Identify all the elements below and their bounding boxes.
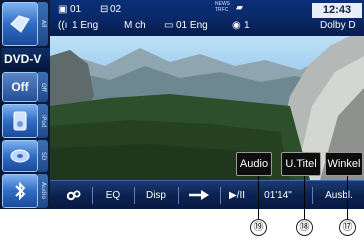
source-av-button[interactable]: All	[2, 2, 48, 46]
subtitle-button[interactable]: U.Titel	[281, 152, 321, 176]
title-number: 01	[70, 4, 82, 15]
chapter-icon: ⊟	[100, 4, 109, 15]
bluetooth-icon	[2, 174, 38, 208]
audio-track: 1 Eng	[72, 20, 99, 31]
gear-icon[interactable]	[64, 185, 84, 206]
callout-leader	[258, 176, 259, 219]
play-pause-button[interactable]: ▶/II	[224, 185, 250, 206]
eq-button[interactable]: EQ	[98, 185, 128, 206]
audio-button[interactable]: Audio	[236, 152, 272, 176]
disp-button[interactable]: Disp	[140, 185, 172, 206]
chapter-number: 02	[110, 4, 122, 15]
angle-icon: ◉	[232, 20, 241, 31]
angle-number: 1	[244, 20, 250, 31]
divider	[178, 187, 179, 204]
divider	[312, 187, 313, 204]
audio-format: Dolby D	[320, 20, 356, 31]
signal-icon: ▰	[236, 2, 243, 12]
callout-leader	[304, 176, 305, 219]
status-bar: ▣ 01 ⊟ 02 NEWS TRFC ▰ 12:43 ((ı 1 Eng M …	[50, 0, 364, 36]
source-ipod-button[interactable]: iPod	[2, 104, 48, 138]
elapsed-time: 01'14"	[264, 190, 292, 201]
channel-info: M ch	[124, 20, 146, 31]
angle-button[interactable]: Winkel	[325, 152, 363, 176]
off-label: Off	[2, 72, 38, 102]
control-bar: EQ Disp ▶/II 01'14" Ausbl.	[50, 180, 364, 209]
right-arrow-icon[interactable]	[184, 185, 214, 206]
callout-17: ⑰	[339, 219, 356, 236]
callout-19: ⑲	[250, 219, 267, 236]
audio-track-icon: ((ı	[58, 20, 68, 31]
hide-button[interactable]: Ausbl.	[318, 185, 360, 206]
callout-18: ⑱	[296, 219, 313, 236]
source-menu: All DVD-V Off Off iPod SD Audio	[0, 0, 50, 209]
source-bluetooth-button[interactable]: Audio	[2, 174, 48, 208]
subtitle-icon: ▭	[164, 20, 174, 31]
head-unit-screen: ▣ 01 ⊟ 02 NEWS TRFC ▰ 12:43 ((ı 1 Eng M …	[0, 0, 364, 209]
divider	[220, 187, 221, 204]
title-icon: ▣	[58, 4, 68, 15]
source-off-button[interactable]: Off Off	[2, 72, 48, 102]
ipod-icon	[2, 104, 38, 138]
clock: 12:43	[312, 3, 362, 18]
divider	[134, 187, 135, 204]
subtitle-track: 01 Eng	[176, 20, 208, 31]
sd-card-icon	[2, 140, 38, 172]
callout-leader	[347, 176, 348, 219]
source-sd-button[interactable]: SD	[2, 140, 48, 172]
current-source-label: DVD-V	[2, 48, 50, 70]
news-traffic-indicator: NEWS TRFC	[215, 1, 230, 13]
divider	[92, 187, 93, 204]
av-icon	[2, 2, 38, 46]
